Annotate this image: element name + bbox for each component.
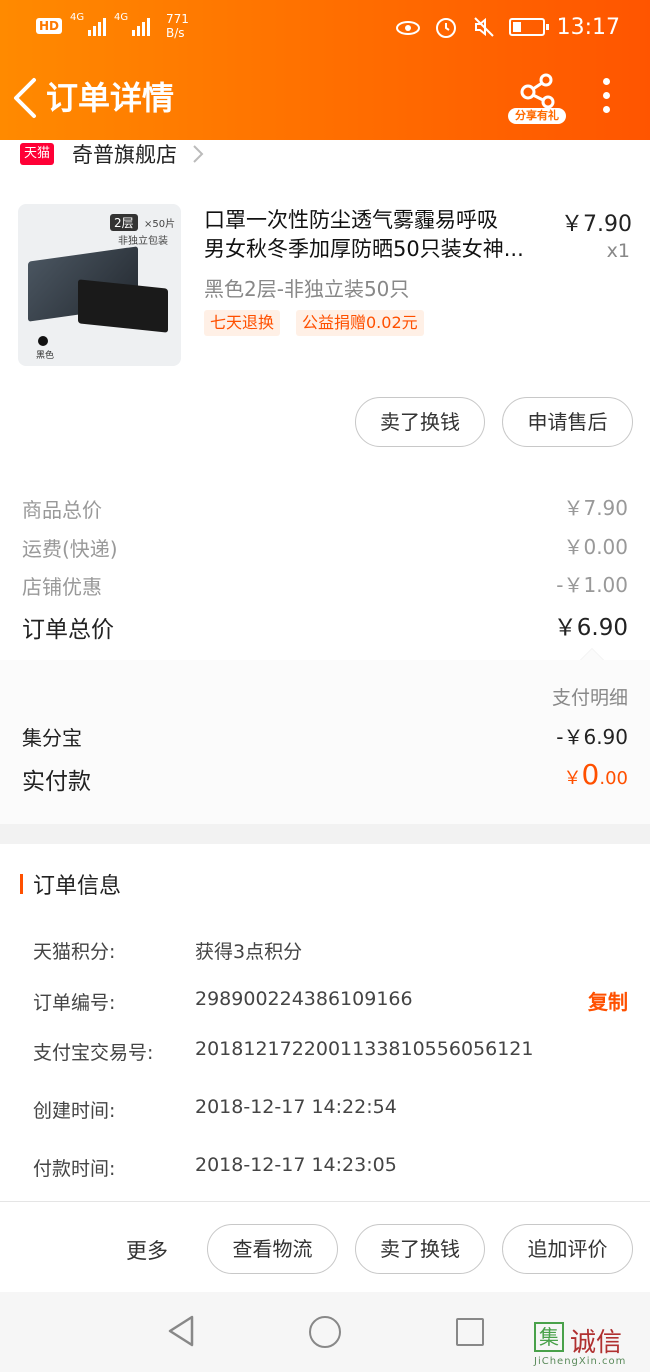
jifenbao-value: -￥6.90 xyxy=(556,725,628,749)
back-icon[interactable] xyxy=(10,76,40,120)
info-key-alipay-no: 支付宝交易号: xyxy=(33,1042,154,1064)
info-key-created: 创建时间: xyxy=(33,1100,116,1122)
summary-value-goods: ￥7.90 xyxy=(563,496,628,520)
thumb-color: 黑色 xyxy=(36,351,55,361)
nav-recent-icon[interactable] xyxy=(456,1318,484,1346)
color-dot xyxy=(38,336,48,346)
net-speed: 771 B/s xyxy=(166,12,189,40)
status-bar: HD 4G 4G 771 B/s 13:17 xyxy=(0,0,650,56)
nav-home-icon[interactable] xyxy=(309,1316,341,1348)
product-name-line2: 男女秋冬季加厚防晒50只装女神... xyxy=(204,237,524,261)
more-menu-icon[interactable] xyxy=(596,78,616,118)
mask-stack-image xyxy=(78,279,168,333)
sell-button-bottom[interactable]: 卖了换钱 xyxy=(355,1224,485,1274)
order-total-value: ￥6.90 xyxy=(553,615,628,641)
more-button[interactable]: 更多 xyxy=(126,1235,168,1265)
top-bar: HD 4G 4G 771 B/s 13:17 订单详情 分享有礼 xyxy=(0,0,650,140)
after-sale-button[interactable]: 申请售后 xyxy=(502,397,633,447)
nav-header: 订单详情 分享有礼 xyxy=(0,56,650,140)
summary-label-goods: 商品总价 xyxy=(22,498,102,522)
battery-icon xyxy=(508,18,549,36)
paid-amount: ￥0.00 xyxy=(564,758,628,791)
watermark-logo: 集 诚信 JiChengXin.com xyxy=(534,1322,646,1368)
speed-value: 771 xyxy=(166,12,189,26)
eye-icon xyxy=(395,21,420,35)
summary-label-discount: 店铺优惠 xyxy=(22,575,102,599)
info-value-points: 获得3点积分 xyxy=(195,941,303,963)
watermark-box: 集 xyxy=(534,1322,564,1352)
nav-back-icon[interactable] xyxy=(166,1314,196,1348)
product-name[interactable]: 口罩一次性防尘透气雾霾易呼吸 男女秋冬季加厚防晒50只装女神... xyxy=(204,206,556,264)
info-value-created: 2018-12-17 14:22:54 xyxy=(195,1096,397,1118)
summary-value-shipping: ￥0.00 xyxy=(563,535,628,559)
product-sku: 黑色2层-非独立装50只 xyxy=(204,277,410,301)
info-key-order-no: 订单编号: xyxy=(33,992,116,1014)
store-name: 奇普旗舰店 xyxy=(72,143,178,167)
watermark-url: JiChengXin.com xyxy=(534,1356,627,1367)
thumb-layers: 2层 xyxy=(110,214,138,231)
chevron-right-icon xyxy=(193,145,204,163)
section-divider xyxy=(0,824,650,844)
hd-badge: HD xyxy=(36,18,63,34)
summary-value-discount: -￥1.00 xyxy=(556,573,628,597)
paid-dec: .00 xyxy=(599,768,628,789)
info-key-paid: 付款时间: xyxy=(33,1158,116,1180)
product-thumbnail[interactable]: 2层 ×50片 非独立包装 黑色 xyxy=(18,204,181,366)
signal-icon: 4G xyxy=(70,12,107,36)
view-logistics-button[interactable]: 查看物流 xyxy=(207,1224,338,1274)
tag-return: 七天退换 xyxy=(204,310,281,336)
add-review-button[interactable]: 追加评价 xyxy=(502,1224,633,1274)
mute-icon xyxy=(473,17,494,37)
section-accent-bar xyxy=(20,874,23,894)
alarm-icon xyxy=(435,18,456,38)
summary-label-shipping: 运费(快递) xyxy=(22,537,118,561)
paid-currency: ￥ xyxy=(563,768,582,789)
caret-up-icon xyxy=(580,648,604,660)
order-info-title: 订单信息 xyxy=(33,874,122,899)
page-title: 订单详情 xyxy=(46,79,175,117)
payment-detail-label: 支付明细 xyxy=(551,687,628,709)
copy-button[interactable]: 复制 xyxy=(588,986,628,1015)
speed-unit: B/s xyxy=(166,26,185,40)
store-row[interactable]: 天猫 奇普旗舰店 xyxy=(20,141,205,167)
sell-button[interactable]: 卖了换钱 xyxy=(355,397,485,447)
network-label: 4G xyxy=(70,12,85,23)
jifenbao-label: 集分宝 xyxy=(22,726,82,750)
thumb-pack: 非独立包装 xyxy=(118,236,168,247)
share-gift-button[interactable]: 分享有礼 xyxy=(508,70,566,126)
clock: 13:17 xyxy=(556,14,620,40)
signal-icon-2: 4G xyxy=(114,12,151,36)
paid-label: 实付款 xyxy=(22,769,91,795)
share-label: 分享有礼 xyxy=(508,108,566,124)
info-value-order-no: 298900224386109166 xyxy=(195,988,413,1010)
network-label-2: 4G xyxy=(114,12,129,23)
thumb-count: ×50片 xyxy=(144,219,176,230)
product-name-line1: 口罩一次性防尘透气雾霾易呼吸 xyxy=(204,208,498,232)
info-value-paid: 2018-12-17 14:23:05 xyxy=(195,1154,397,1176)
info-key-points: 天猫积分: xyxy=(33,941,116,963)
paid-int: 0 xyxy=(581,758,600,791)
tag-charity: 公益捐赠0.02元 xyxy=(296,310,424,336)
product-qty: x1 xyxy=(606,240,630,262)
info-value-alipay-no: 2018121722001133810556056121 xyxy=(195,1038,534,1060)
tmall-badge: 天猫 xyxy=(20,143,55,165)
bottom-divider xyxy=(0,1201,650,1202)
order-total-label: 订单总价 xyxy=(22,617,114,643)
share-icon xyxy=(520,73,555,109)
watermark-text: 诚信 xyxy=(570,1328,623,1358)
product-price: ￥7.90 xyxy=(561,212,632,237)
